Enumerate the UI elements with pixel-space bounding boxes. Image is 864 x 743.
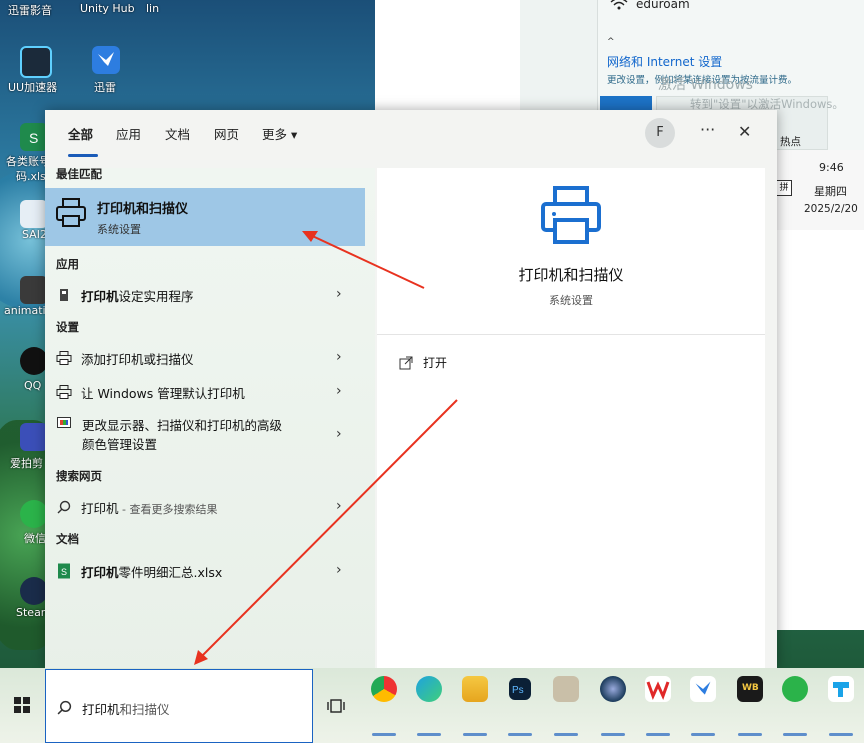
edge-icon[interactable] xyxy=(416,676,442,702)
wb-app-icon[interactable]: WB xyxy=(737,676,763,702)
svg-text:Ps: Ps xyxy=(512,685,524,696)
running-indicator xyxy=(508,733,532,736)
running-indicator xyxy=(601,733,625,736)
search-typed: 打印机 xyxy=(82,702,120,717)
annotation-arrows xyxy=(194,231,458,665)
running-indicator xyxy=(417,733,441,736)
task-view-icon[interactable] xyxy=(327,698,345,714)
windows-start-icon[interactable] xyxy=(14,697,30,713)
app-icon[interactable] xyxy=(600,676,626,702)
chrome-icon[interactable] xyxy=(371,676,397,702)
running-indicator xyxy=(646,733,670,736)
running-indicator xyxy=(829,733,853,736)
running-indicator xyxy=(738,733,762,736)
app-icon[interactable] xyxy=(553,676,579,702)
wb-label: WB xyxy=(742,683,759,693)
file-explorer-icon[interactable] xyxy=(462,676,488,702)
running-indicator xyxy=(783,733,807,736)
photoshop-icon[interactable]: Ps xyxy=(509,678,531,700)
running-indicator xyxy=(554,733,578,736)
running-indicator xyxy=(691,733,715,736)
running-indicator xyxy=(372,733,396,736)
running-indicator xyxy=(463,733,487,736)
search-icon xyxy=(57,700,72,715)
search-autocomplete: 和扫描仪 xyxy=(119,702,170,717)
search-query: 打印机和扫描仪 xyxy=(82,699,170,718)
app-icon[interactable] xyxy=(828,676,854,702)
xunlei-icon[interactable] xyxy=(690,676,716,702)
wps-icon[interactable] xyxy=(645,676,671,702)
wechat-icon[interactable] xyxy=(782,676,808,702)
